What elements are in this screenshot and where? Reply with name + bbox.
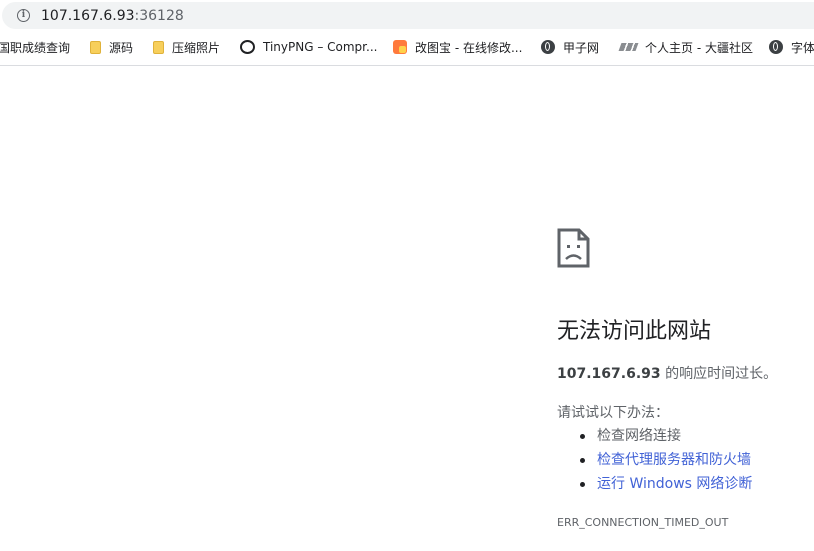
info-icon[interactable]: i <box>17 9 30 22</box>
toolbar-divider <box>0 65 814 66</box>
error-summary-text: 的响应时间过长。 <box>660 366 778 382</box>
globe-icon <box>541 40 555 54</box>
bookmark-item[interactable]: 个人主页 - 大疆社区 <box>618 33 753 61</box>
bookmark-item[interactable]: 甲子网 <box>541 33 599 61</box>
bookmark-label: 国职成绩查询 <box>0 40 71 55</box>
bookmark-item[interactable]: 改图宝 - 在线修改... <box>393 33 522 61</box>
error-host: 107.167.6.93 <box>557 366 661 382</box>
error-code: ERR_CONNECTION_TIMED_OUT <box>557 516 729 529</box>
sad-page-icon <box>557 228 590 268</box>
bookmark-folder[interactable]: 源码 <box>90 33 133 61</box>
bookmark-label: 甲子网 <box>563 40 600 55</box>
suggestion-run-diagnostics-link[interactable]: 运行 Windows 网络诊断 <box>557 474 752 498</box>
error-heading: 无法访问此网站 <box>557 319 712 344</box>
bookmark-item[interactable]: 字体 <box>769 33 814 61</box>
url-host: 107.167.6.93 <box>41 8 135 24</box>
browser-toolbar: i 107.167.6.93:36128 国职成绩查询 源码 压缩照片 Tiny… <box>0 0 814 66</box>
bookmark-folder[interactable]: 压缩照片 <box>153 33 220 61</box>
suggestion-check-proxy-link[interactable]: 检查代理服务器和防火墙 <box>557 450 752 474</box>
suggestions-list: 检查网络连接 检查代理服务器和防火墙 运行 Windows 网络诊断 <box>557 426 752 498</box>
url-port: :36128 <box>134 8 184 24</box>
folder-icon <box>90 40 101 54</box>
panda-icon <box>240 40 255 54</box>
bookmark-item[interactable]: 国职成绩查询 <box>0 33 70 61</box>
bookmark-item[interactable]: TinyPNG – Compr... <box>240 33 377 61</box>
bookmark-label: 压缩照片 <box>172 40 221 55</box>
address-bar[interactable]: i 107.167.6.93:36128 <box>2 2 814 29</box>
error-summary: 107.167.6.93 的响应时间过长。 <box>557 364 777 384</box>
dji-icon <box>618 43 639 51</box>
url-text[interactable]: 107.167.6.93:36128 <box>41 7 184 25</box>
bookmark-label: TinyPNG – Compr... <box>263 40 378 54</box>
bookmarks-bar: 国职成绩查询 源码 压缩照片 TinyPNG – Compr... 改图宝 - … <box>0 33 814 61</box>
bookmark-label: 字体 <box>791 40 814 55</box>
folder-icon <box>153 40 164 54</box>
bookmark-label: 个人主页 - 大疆社区 <box>645 40 753 55</box>
bookmark-label: 改图宝 - 在线修改... <box>415 40 523 55</box>
suggestions-title: 请试试以下办法： <box>557 405 669 421</box>
orange-app-icon <box>393 40 407 54</box>
globe-icon <box>769 40 783 54</box>
bookmark-label: 源码 <box>109 40 134 55</box>
suggestion-check-network: 检查网络连接 <box>557 426 752 450</box>
